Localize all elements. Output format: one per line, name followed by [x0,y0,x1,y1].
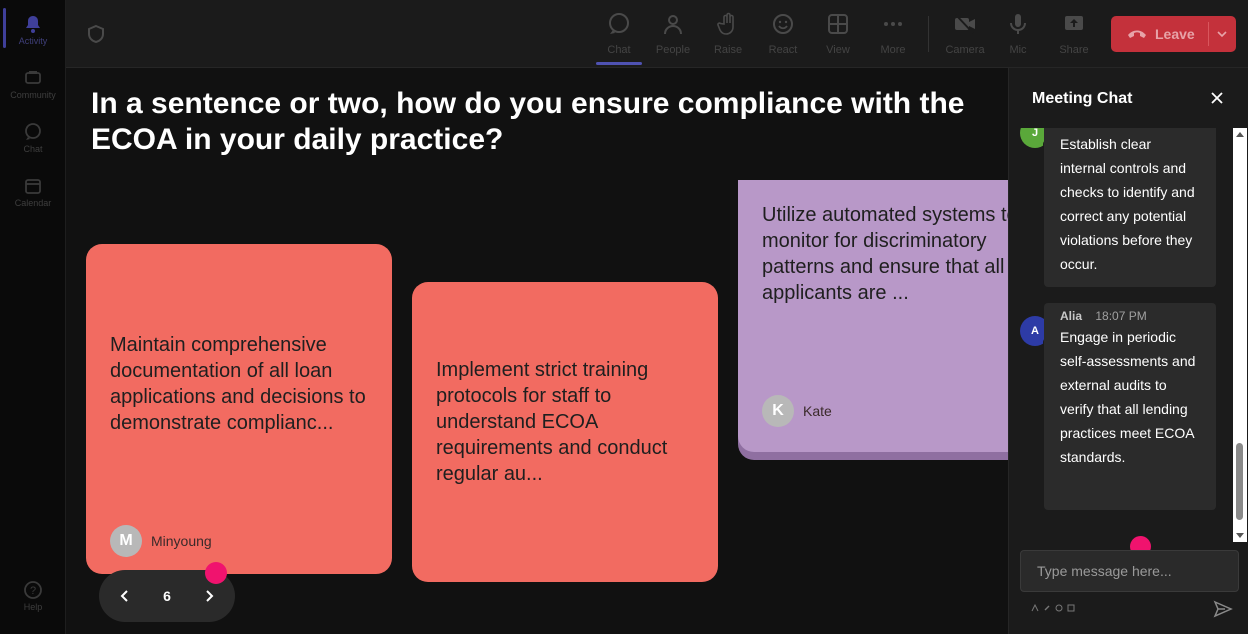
scroll-up-arrow[interactable] [1236,132,1244,137]
leave-button[interactable]: Leave [1111,16,1236,52]
camera-button[interactable]: Camera [940,10,990,60]
rail-item-label: Calendar [14,198,52,208]
share-button[interactable]: Share [1049,10,1099,60]
format-icon[interactable] [1031,604,1039,612]
response-card[interactable]: Maintain comprehensive documentation of … [86,244,392,574]
chat-message: Alia 18:07 PM Engage in periodic self-as… [1044,303,1216,510]
chat-icon [609,13,629,34]
response-text: Implement strict training protocols for … [436,359,668,485]
response-card[interactable]: Implement strict training protocols for … [412,282,718,582]
compose-tools [1031,604,1075,612]
mic-button-label: Mic [1009,44,1027,56]
message-time: 18:07 PM [1095,309,1147,323]
camera-off-icon [955,14,975,34]
cursor-marker [205,562,227,584]
rail-item-chat[interactable]: Chat [0,116,66,168]
calendar-icon [25,179,41,194]
emoji-icon[interactable] [1055,604,1063,612]
leave-button-label: Leave [1155,26,1195,42]
mic-button[interactable]: Mic [993,10,1043,60]
rail-item-label: Chat [23,144,43,154]
avatar: K [762,395,794,427]
presentation-stage: In a sentence or two, how do you ensure … [66,68,1008,634]
chevron-down-icon[interactable] [1216,28,1228,40]
shield-icon[interactable] [86,24,106,44]
chat-button-label: Chat [607,44,631,56]
rail-item-calendar[interactable]: Calendar [0,170,66,222]
more-icon [884,22,902,26]
rail-item-community[interactable]: Community [0,62,66,114]
camera-button-label: Camera [945,44,985,56]
rail-item-activity[interactable]: Activity [0,8,66,60]
chevron-right-icon [206,590,214,602]
community-icon [25,71,41,84]
gif-icon[interactable] [1067,604,1075,612]
chat-title: Meeting Chat [1032,90,1133,107]
message-meta: Alia 18:07 PM [1060,309,1200,323]
people-button-label: People [655,44,691,56]
chat-header: Meeting Chat [1009,68,1248,128]
share-button-label: Share [1059,44,1089,56]
attach-icon[interactable] [1043,604,1051,612]
view-button[interactable]: View [813,10,863,60]
leave-divider [1208,22,1209,46]
question-title: In a sentence or two, how do you ensure … [91,87,965,156]
hand-icon [717,12,734,35]
more-button[interactable]: More [868,10,918,60]
avatar: M [110,525,142,557]
scroll-thumb[interactable] [1236,443,1243,520]
chat-scrollbar[interactable] [1233,128,1247,542]
meeting-toolbar: Chat People Raise React View More Camera… [66,0,1248,68]
author-name: Minyoung [151,533,212,549]
toolbar-separator [928,16,929,52]
people-icon [664,15,682,35]
raise-hand-button[interactable]: Raise [703,10,753,60]
view-button-label: View [826,44,850,56]
meeting-chat-panel: Meeting Chat J Establish clear internal … [1008,68,1248,634]
scroll-down-arrow[interactable] [1236,533,1244,538]
message-body: Engage in periodic self-assessments and … [1060,329,1196,465]
help-icon: ? [24,581,42,599]
people-button[interactable]: People [648,10,698,60]
close-icon[interactable] [1209,90,1225,106]
share-screen-icon [1065,16,1083,30]
bell-icon [26,16,40,33]
rail-item-help[interactable]: ? Help [0,574,66,626]
app-rail: Activity Community Chat Calendar ? Help [0,0,66,634]
avatar-initial: J [1031,128,1039,139]
rail-item-label: Help [23,602,43,612]
previous-page-button[interactable] [111,582,139,610]
react-button-label: React [768,44,798,56]
mic-icon [1010,14,1026,34]
active-tab-indicator [596,62,642,65]
response-text: Maintain comprehensive documentation of … [110,334,366,434]
message-input[interactable] [1021,551,1238,591]
message-body: Establish clear internal controls and ch… [1060,136,1195,272]
more-button-label: More [880,44,906,56]
chat-icon [25,123,41,140]
avatar-initial: A [1031,325,1039,337]
response-card[interactable]: Utilize automated systems to monitor for… [738,180,1008,452]
svg-text:?: ? [30,585,36,597]
response-author: K Kate [762,395,832,427]
raise-button-label: Raise [713,44,743,56]
rail-item-label: Community [10,90,56,100]
page-number: 6 [163,588,171,604]
grid-icon [828,14,848,34]
rail-item-label: Activity [18,36,48,46]
response-author: M Minyoung [110,525,212,557]
smiley-icon [773,14,793,34]
author-name: Kate [803,403,832,419]
next-page-button[interactable] [195,582,223,610]
send-icon[interactable] [1213,599,1233,619]
message-compose-box[interactable] [1020,550,1239,592]
sender-name: Alia [1060,309,1083,323]
chevron-left-icon [120,590,128,602]
react-button[interactable]: React [758,10,808,60]
chat-message: Establish clear internal controls and ch… [1044,128,1216,287]
chat-message-list[interactable]: J Establish clear internal controls and … [1009,128,1248,542]
hang-up-icon [1128,30,1146,38]
response-text: Utilize automated systems to monitor for… [762,204,1008,304]
chat-button[interactable]: Chat [594,10,644,60]
